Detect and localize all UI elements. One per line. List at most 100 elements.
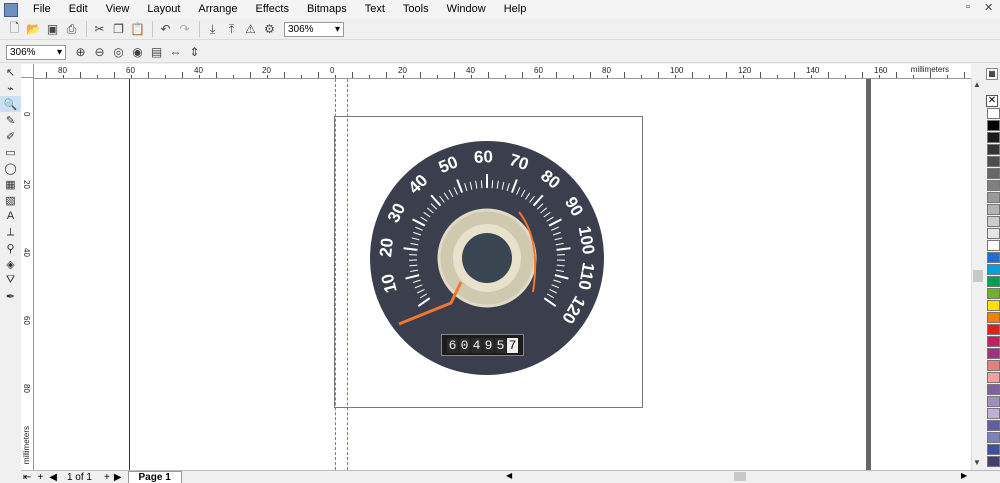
color-swatch[interactable]: [987, 252, 1000, 263]
zoom-in-icon[interactable]: ⊕: [72, 44, 89, 61]
color-swatch[interactable]: [987, 144, 1000, 155]
menu-arrange[interactable]: Arrange: [189, 0, 246, 19]
zoom-to-page-height-icon[interactable]: ⇕: [186, 44, 203, 61]
color-swatch[interactable]: [987, 432, 1000, 443]
drawing-canvas[interactable]: [34, 79, 971, 470]
application-launcher-icon[interactable]: ⚠: [242, 21, 259, 38]
menu-window[interactable]: Window: [438, 0, 495, 19]
ellipse-tool-icon[interactable]: ◯: [0, 160, 21, 176]
horizontal-ruler[interactable]: millimeters 8060402002040608010012014016…: [34, 64, 971, 79]
fill-tool-icon[interactable]: ⛛: [0, 272, 21, 288]
palette-flyout-icon[interactable]: ▦: [986, 68, 998, 80]
color-swatch[interactable]: [987, 288, 1000, 299]
color-swatch[interactable]: [987, 384, 1000, 395]
parallel-dimension-tool-icon[interactable]: ⟂: [0, 224, 21, 240]
copy-icon[interactable]: ❐: [110, 21, 127, 38]
color-swatch[interactable]: [987, 132, 1000, 143]
menu-help[interactable]: Help: [495, 0, 536, 19]
rectangle-tool-icon[interactable]: ▭: [0, 144, 21, 160]
zoom-tool-icon[interactable]: 🔍: [0, 96, 21, 112]
first-page-icon[interactable]: ⇤: [23, 472, 31, 483]
scroll-left-icon[interactable]: ◀: [506, 471, 512, 480]
polygon-tool-icon[interactable]: ▦: [0, 176, 21, 192]
zoom-to-selected-icon[interactable]: ◎: [110, 44, 127, 61]
bitmap-bounding-box[interactable]: [334, 116, 643, 408]
open-icon[interactable]: 📂: [25, 21, 42, 38]
color-swatch[interactable]: [987, 336, 1000, 347]
color-swatch[interactable]: [987, 156, 1000, 167]
color-swatch[interactable]: [987, 408, 1000, 419]
menu-tools[interactable]: Tools: [394, 0, 438, 19]
color-swatch[interactable]: [987, 324, 1000, 335]
ruler-origin[interactable]: [21, 64, 34, 78]
paste-icon[interactable]: 📋: [129, 21, 146, 38]
menu-edit[interactable]: Edit: [60, 0, 97, 19]
zoom-levels-combo[interactable]: 306% ▾: [6, 45, 66, 60]
eyedropper-tool-icon[interactable]: ⚲: [0, 240, 21, 256]
smart-drawing-tool-icon[interactable]: ✐: [0, 128, 21, 144]
no-color-swatch-icon[interactable]: ✕: [986, 95, 998, 107]
new-document-icon[interactable]: 🗋: [6, 21, 23, 38]
zoom-out-icon[interactable]: ⊖: [91, 44, 108, 61]
color-swatch[interactable]: [987, 348, 1000, 359]
shape-tool-icon[interactable]: ⌁: [0, 80, 21, 96]
import-icon[interactable]: ⤓: [204, 21, 221, 38]
zoom-to-page-width-icon[interactable]: ⇔: [167, 44, 184, 61]
pick-tool-icon[interactable]: ↖: [0, 64, 21, 80]
add-page-after-icon[interactable]: +: [104, 472, 110, 483]
basic-shapes-tool-icon[interactable]: ▧: [0, 192, 21, 208]
scroll-thumb[interactable]: [973, 270, 983, 282]
menu-layout[interactable]: Layout: [138, 0, 189, 19]
zoom-to-all-objects-icon[interactable]: ◉: [129, 44, 146, 61]
close-icon[interactable]: ✕: [984, 1, 993, 14]
menu-file[interactable]: File: [24, 0, 60, 19]
next-page-icon[interactable]: ▶: [114, 472, 122, 483]
color-swatch[interactable]: [987, 312, 1000, 323]
text-tool-icon[interactable]: A: [0, 208, 21, 224]
color-swatch[interactable]: [987, 396, 1000, 407]
interactive-fill-tool-icon[interactable]: ◈: [0, 256, 21, 272]
color-swatch[interactable]: [987, 180, 1000, 191]
color-swatch[interactable]: [987, 276, 1000, 287]
color-swatch[interactable]: [987, 420, 1000, 431]
menu-bitmaps[interactable]: Bitmaps: [298, 0, 356, 19]
export-icon[interactable]: ⤒: [223, 21, 240, 38]
color-swatch[interactable]: [987, 240, 1000, 251]
color-swatch[interactable]: [987, 108, 1000, 119]
previous-page-icon[interactable]: ◀: [49, 472, 57, 483]
scroll-right-icon[interactable]: ▶: [961, 471, 967, 480]
print-icon[interactable]: ⎙: [63, 21, 80, 38]
color-swatch[interactable]: [987, 360, 1000, 371]
color-swatch[interactable]: [987, 168, 1000, 179]
vertical-ruler[interactable]: 020406080millimeters: [21, 78, 34, 470]
outline-tool-icon[interactable]: ✒: [0, 288, 21, 304]
color-swatch[interactable]: [987, 456, 1000, 467]
menu-text[interactable]: Text: [356, 0, 394, 19]
menu-effects[interactable]: Effects: [247, 0, 298, 19]
add-page-before-icon[interactable]: +: [37, 472, 43, 483]
page-tab[interactable]: Page 1: [128, 471, 182, 483]
freehand-tool-icon[interactable]: ✎: [0, 112, 21, 128]
h-scroll-thumb[interactable]: [734, 472, 746, 481]
color-swatch[interactable]: [987, 204, 1000, 215]
zoom-to-page-icon[interactable]: ▤: [148, 44, 165, 61]
color-swatch[interactable]: [987, 444, 1000, 455]
color-swatch[interactable]: [987, 264, 1000, 275]
save-icon[interactable]: ▣: [44, 21, 61, 38]
color-swatch[interactable]: [987, 228, 1000, 239]
restore-icon[interactable]: ▫: [966, 1, 970, 13]
redo-icon[interactable]: ↷: [176, 21, 193, 38]
zoom-level-combo[interactable]: 306% ▾: [284, 22, 344, 37]
scroll-up-icon[interactable]: ▲: [973, 80, 981, 89]
vertical-scrollbar[interactable]: ▲ ▼: [971, 78, 985, 470]
undo-icon[interactable]: ↶: [157, 21, 174, 38]
horizontal-scrollbar[interactable]: ◀ ▶: [506, 471, 971, 482]
color-swatch[interactable]: [987, 216, 1000, 227]
welcome-screen-icon[interactable]: ⚙: [261, 21, 278, 38]
scroll-down-icon[interactable]: ▼: [973, 458, 981, 467]
cut-icon[interactable]: ✂: [91, 21, 108, 38]
color-swatch[interactable]: [987, 192, 1000, 203]
color-swatch[interactable]: [987, 300, 1000, 311]
color-swatch[interactable]: [987, 372, 1000, 383]
color-swatch[interactable]: [987, 120, 1000, 131]
